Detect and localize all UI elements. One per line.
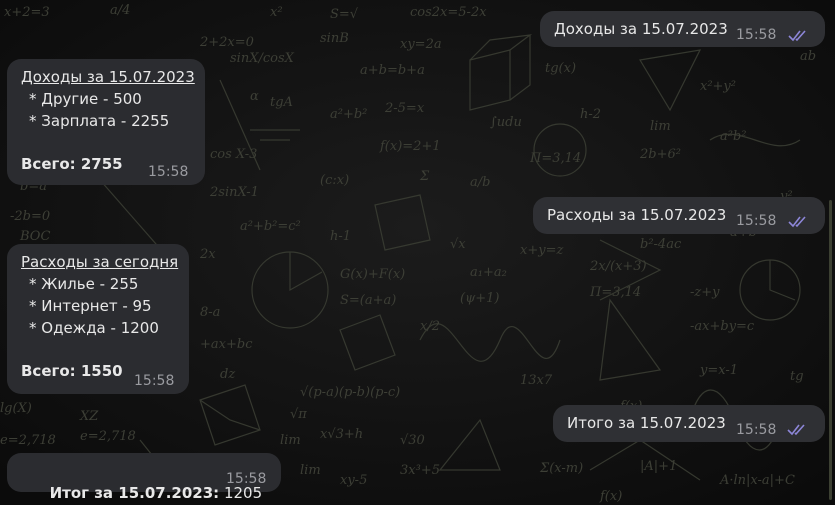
- svg-text:BOC: BOC: [19, 229, 50, 244]
- svg-text:a²+b²: a²+b²: [330, 107, 367, 122]
- svg-text:x/2: x/2: [420, 319, 440, 334]
- svg-text:Π=3,14: Π=3,14: [529, 151, 581, 166]
- svg-text:G(x)+F(x): G(x)+F(x): [340, 267, 405, 282]
- svg-text:Π=3,14: Π=3,14: [589, 285, 641, 300]
- svg-text:tg: tg: [790, 369, 804, 384]
- svg-text:e=2,718: e=2,718: [80, 429, 136, 444]
- message-time: 15:58: [736, 213, 777, 229]
- svg-text:a/b: a/b: [470, 175, 490, 190]
- svg-text:a₁+a₂: a₁+a₂: [470, 265, 507, 280]
- list-item: * Одежда - 1200: [29, 319, 159, 337]
- svg-text:(c:x): (c:x): [320, 173, 349, 188]
- svg-text:α: α: [250, 89, 259, 104]
- svg-text:2x: 2x: [199, 247, 216, 262]
- svg-text:tgA: tgA: [270, 95, 293, 110]
- svg-text:sinB: sinB: [320, 31, 349, 46]
- svg-text:dz: dz: [220, 367, 235, 382]
- svg-text:S=(a+a): S=(a+a): [340, 293, 396, 308]
- list-item: * Интернет - 95: [29, 297, 152, 315]
- message-time: 15:58: [226, 471, 267, 487]
- svg-text:|A|+1: |A|+1: [640, 459, 677, 474]
- message-time: 15:58: [736, 422, 777, 438]
- list-item: * Жилье - 255: [29, 275, 139, 293]
- message-text: Расходы за 15.07.2023: [547, 206, 727, 224]
- svg-text:lim: lim: [650, 119, 671, 134]
- svg-text:cos X-3: cos X-3: [210, 147, 257, 162]
- report-title: Доходы за 15.07.2023: [21, 68, 195, 86]
- message-text: Доходы за 15.07.2023: [554, 20, 728, 38]
- svg-text:2sinX-1: 2sinX-1: [209, 185, 259, 200]
- svg-text:x²: x²: [270, 5, 283, 20]
- total-label: Итог за 15.07.2023:: [49, 484, 220, 502]
- svg-text:lim: lim: [300, 463, 321, 478]
- svg-text:sinX/cosX: sinX/cosX: [230, 51, 295, 66]
- double-check-icon: [787, 424, 805, 436]
- svg-text:A·ln|x-a|+C: A·ln|x-a|+C: [719, 473, 795, 488]
- report-title: Расходы за сегодня: [21, 253, 179, 271]
- svg-text:2+2x=0: 2+2x=0: [199, 35, 254, 50]
- svg-text:+ax+bc: +ax+bc: [200, 337, 253, 352]
- svg-text:f(x)=2+1: f(x)=2+1: [379, 139, 441, 154]
- svg-text:-2b=0: -2b=0: [10, 209, 50, 224]
- svg-text:x√3+h: x√3+h: [320, 427, 363, 442]
- message-text: Итого за 15.07.2023: [567, 414, 726, 432]
- incoming-message-income-report[interactable]: Доходы за 15.07.2023 * Другие - 500 * За…: [7, 59, 205, 185]
- svg-text:xy-5: xy-5: [340, 473, 367, 488]
- svg-text:h-2: h-2: [580, 107, 601, 122]
- svg-text:√(p-a)(p-b)(p-c): √(p-a)(p-b)(p-c): [300, 385, 400, 400]
- svg-text:13x7: 13x7: [520, 373, 553, 388]
- double-check-icon: [788, 216, 806, 228]
- svg-text:b²-4ac: b²-4ac: [640, 237, 682, 252]
- svg-text:∫udu: ∫udu: [490, 115, 522, 130]
- list-item: * Зарплата - 2255: [29, 112, 170, 130]
- outgoing-message-expenses-command[interactable]: Расходы за 15.07.2023 15:58: [533, 197, 825, 234]
- svg-text:√π: √π: [290, 407, 307, 422]
- double-check-icon: [788, 30, 806, 42]
- svg-text:√30: √30: [400, 433, 425, 448]
- incoming-message-total-report[interactable]: Итог за 15.07.2023: 1205 15:58: [7, 453, 281, 502]
- svg-text:a+b=b+a: a+b=b+a: [360, 63, 425, 78]
- message-time: 15:58: [148, 164, 189, 180]
- svg-text:cos2x=5-2x: cos2x=5-2x: [410, 5, 487, 20]
- list-item: * Другие - 500: [29, 90, 142, 108]
- svg-text:e=2,718: e=2,718: [0, 433, 56, 448]
- svg-text:xy=2a: xy=2a: [400, 37, 442, 52]
- svg-text:x+2=3: x+2=3: [4, 5, 50, 20]
- svg-text:f(x): f(x): [599, 489, 622, 504]
- svg-text:a²+b²=c²: a²+b²=c²: [240, 219, 301, 234]
- svg-text:y=x-1: y=x-1: [699, 363, 738, 378]
- svg-text:x+y=z: x+y=z: [520, 243, 563, 258]
- svg-text:-z+y: -z+y: [690, 285, 720, 300]
- svg-text:2b+6²: 2b+6²: [639, 147, 681, 162]
- svg-text:2-5=x: 2-5=x: [384, 101, 425, 116]
- message-time: 15:58: [134, 373, 175, 389]
- svg-text:XZ: XZ: [79, 409, 99, 424]
- svg-text:lim: lim: [280, 433, 301, 448]
- svg-text:lg(X): lg(X): [0, 401, 32, 416]
- svg-text:ab: ab: [800, 49, 816, 64]
- svg-text:h-1: h-1: [330, 229, 351, 244]
- svg-text:8-a: 8-a: [200, 305, 220, 320]
- svg-text:x²+y²: x²+y²: [700, 79, 736, 94]
- chat-view: x+2=3 a/4 x² S=√ cos2x=5-2x 2+2x=0 sinB …: [0, 0, 835, 505]
- svg-text:2x/(x+3): 2x/(x+3): [589, 259, 647, 274]
- svg-text:Σ(x-m): Σ(x-m): [539, 461, 583, 476]
- outgoing-message-total-command[interactable]: Итого за 15.07.2023 15:58: [553, 405, 825, 442]
- svg-text:√x: √x: [450, 237, 466, 252]
- svg-text:(ψ+1): (ψ+1): [460, 291, 500, 306]
- svg-text:S=√: S=√: [330, 7, 359, 22]
- svg-text:tg(x): tg(x): [545, 61, 576, 76]
- outgoing-message-income-command[interactable]: Доходы за 15.07.2023 15:58: [540, 11, 825, 47]
- scrollbar[interactable]: [829, 200, 832, 500]
- incoming-message-expenses-report[interactable]: Расходы за сегодня * Жилье - 255 * Интер…: [7, 244, 189, 394]
- svg-text:3x³+5: 3x³+5: [400, 463, 440, 478]
- svg-text:Σ: Σ: [419, 169, 430, 184]
- svg-text:a²b²: a²b²: [720, 129, 747, 144]
- svg-text:-ax+by=c: -ax+by=c: [690, 319, 755, 334]
- svg-text:a/4: a/4: [110, 3, 130, 18]
- message-time: 15:58: [736, 27, 777, 43]
